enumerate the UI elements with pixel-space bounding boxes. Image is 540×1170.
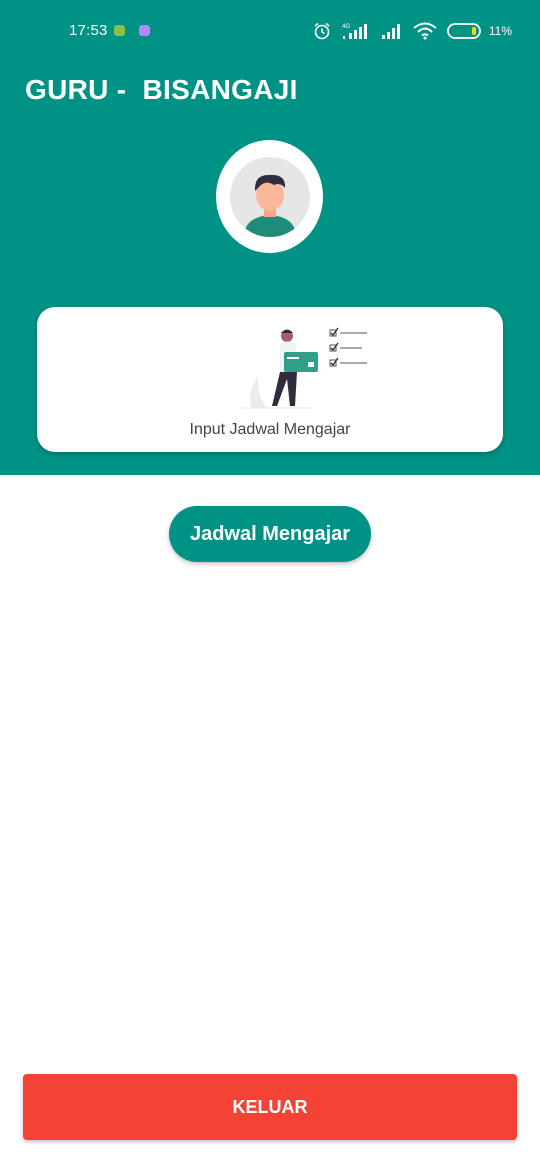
- status-time: 17:53: [69, 22, 108, 39]
- input-jadwal-label: Input Jadwal Mengajar: [189, 421, 351, 438]
- status-bar: 17:53 4G 11%: [0, 0, 540, 62]
- jadwal-mengajar-button[interactable]: Jadwal Mengajar: [169, 506, 371, 562]
- battery-percent: 11%: [488, 24, 512, 38]
- status-icons: 4G 11%: [313, 20, 512, 42]
- user-avatar-icon: [229, 156, 310, 237]
- battery-icon: [446, 23, 481, 39]
- signal-icon: [381, 24, 400, 39]
- app-notification-icon: [114, 25, 125, 36]
- network-label: 4G: [342, 24, 350, 30]
- page-title: GURU - BISANGAJI: [25, 74, 298, 105]
- wifi-icon: [413, 22, 437, 40]
- header: 17:53 4G 11% GURU - BISANGAJI Input Jadw…: [0, 0, 540, 475]
- avatar: [216, 140, 323, 253]
- input-jadwal-card[interactable]: Input Jadwal Mengajar: [37, 307, 503, 452]
- schedule-checklist-illustration: [242, 324, 372, 419]
- signal-icon: 4G: [342, 24, 367, 39]
- alarm-icon: [314, 22, 330, 40]
- message-notification-icon: [139, 25, 150, 36]
- logout-button[interactable]: KELUAR: [23, 1074, 517, 1140]
